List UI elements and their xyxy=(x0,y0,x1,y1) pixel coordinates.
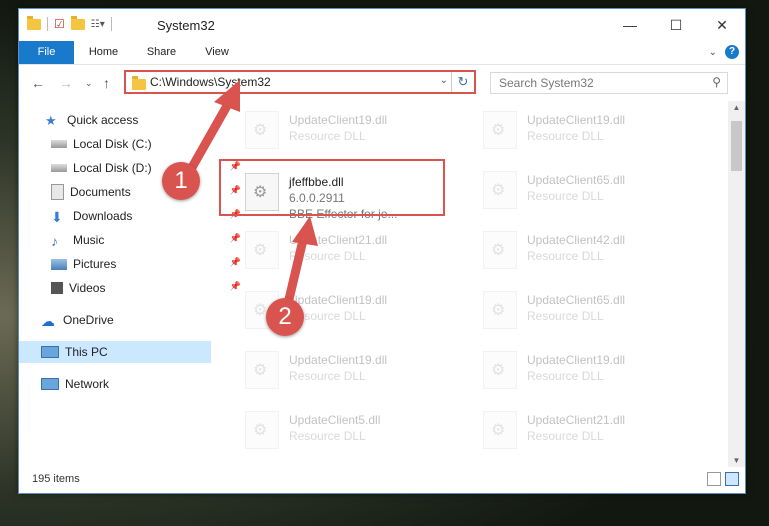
annotation-arrows xyxy=(181,80,318,317)
arrow-head-2 xyxy=(292,216,318,246)
step-badge-2: 2 xyxy=(266,298,304,336)
step-badge-1: 1 xyxy=(162,162,200,200)
